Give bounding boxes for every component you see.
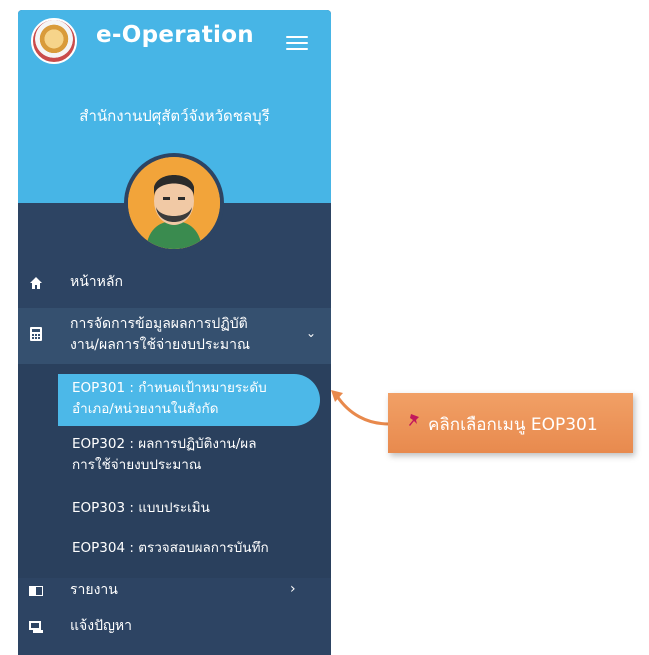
submenu-item-eop301[interactable]: EOP301 : กำหนดเป้าหมายระดับ อำเภอ/หน่วยง… [72, 378, 312, 420]
menu-label-report-problem: แจ้งปัญหา [70, 618, 132, 634]
pin-icon [409, 414, 419, 426]
submenu-eop302-line1: EOP302 : ผลการปฏิบัติงาน/ผล [72, 436, 257, 452]
report-icon [29, 586, 43, 596]
menu-item-report-problem[interactable]: แจ้งปัญหา [18, 616, 331, 638]
submenu-item-eop302[interactable]: EOP302 : ผลการปฏิบัติงาน/ผล การใช้จ่ายงบ… [72, 434, 312, 476]
menu-item-manage-performance[interactable]: การจัดการข้อมูลผลการปฏิบัติ งาน/ผลการใช้… [18, 310, 331, 362]
home-icon [30, 277, 42, 289]
org-name: สำนักงานปศุสัตว์จังหวัดชลบุรี [79, 107, 270, 125]
emblem-logo [31, 18, 77, 64]
avatar [128, 157, 220, 249]
menu-item-home[interactable]: หน้าหลัก [18, 272, 331, 294]
submenu-item-eop304[interactable]: EOP304 : ตรวจสอบผลการบันทึก [72, 538, 312, 559]
menu-label-manage-line1: การจัดการข้อมูลผลการปฏิบัติ [70, 316, 248, 332]
submenu-eop301-line2: อำเภอ/หน่วยงานในสังกัด [72, 401, 219, 417]
sidebar: e-Operation สำนักงานปศุสัตว์จังหวัดชลบุร… [18, 10, 331, 655]
menu-item-report[interactable]: รายงาน › [18, 580, 331, 602]
menu-label-manage-line2: งาน/ผลการใช้จ่ายงบประมาณ [70, 337, 250, 353]
chevron-right-icon: › [290, 581, 296, 597]
chevron-down-icon: ⌄ [306, 326, 317, 340]
app-title: e-Operation [96, 22, 254, 48]
callout-arrow [331, 390, 390, 426]
callout-text: คลิกเลือกเมนู EOP301 [428, 415, 598, 435]
menu-label-home: หน้าหลัก [70, 274, 123, 290]
chat-icon [29, 621, 43, 633]
submenu-eop301-line1: EOP301 : กำหนดเป้าหมายระดับ [72, 380, 267, 396]
submenu-eop304-line1: EOP304 : ตรวจสอบผลการบันทึก [72, 540, 269, 556]
submenu-item-eop303[interactable]: EOP303 : แบบประเมิน [72, 498, 312, 519]
hamburger-icon[interactable] [286, 36, 308, 52]
submenu-eop303-line1: EOP303 : แบบประเมิน [72, 500, 210, 516]
calculator-icon [30, 327, 42, 341]
instruction-callout: คลิกเลือกเมนู EOP301 [388, 393, 633, 453]
submenu-eop302-line2: การใช้จ่ายงบประมาณ [72, 457, 202, 473]
menu-label-report: รายงาน [70, 582, 118, 598]
